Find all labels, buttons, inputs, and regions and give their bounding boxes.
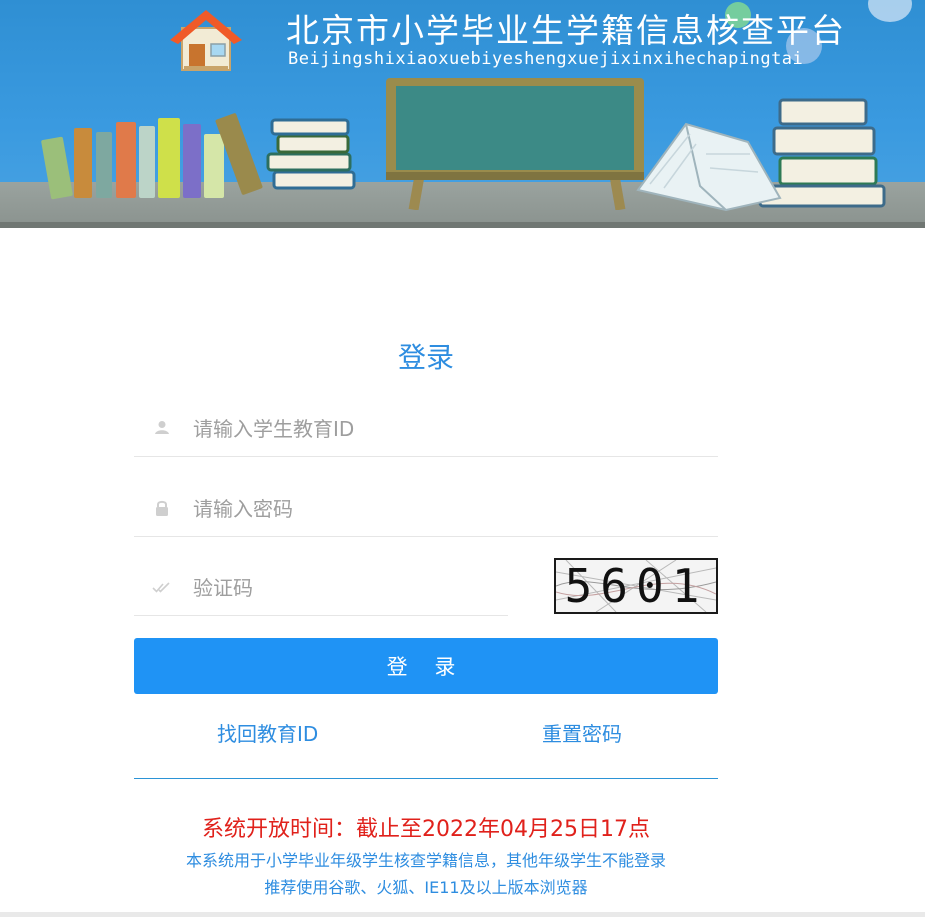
captcha-field bbox=[134, 559, 508, 616]
banner-edge bbox=[0, 222, 925, 228]
scope-notice: 本系统用于小学毕业年级学生核查学籍信息，其他年级学生不能登录 bbox=[185, 851, 666, 870]
house-icon bbox=[170, 10, 242, 71]
check-icon bbox=[152, 582, 170, 593]
password-field bbox=[134, 480, 718, 537]
open-time-notice: 系统开放时间：截止至2022年04月25日17点 bbox=[202, 817, 650, 842]
decor-circle bbox=[868, 0, 912, 22]
captcha-code: 5601 bbox=[564, 559, 708, 613]
login-button[interactable]: 登 录 bbox=[134, 638, 718, 694]
password-input[interactable] bbox=[191, 488, 705, 530]
student-id-input[interactable] bbox=[191, 408, 705, 450]
browser-notice: 推荐使用谷歌、火狐、IE11及以上版本浏览器 bbox=[264, 878, 588, 897]
captcha-input[interactable] bbox=[191, 567, 495, 609]
bottom-bar bbox=[0, 912, 925, 917]
divider bbox=[134, 778, 718, 779]
captcha-image[interactable]: 5601 bbox=[554, 558, 718, 614]
lock-icon bbox=[156, 500, 168, 516]
books-illustration-left bbox=[41, 113, 356, 200]
user-icon bbox=[155, 421, 169, 434]
header-banner: 北京市小学毕业生学籍信息核查平台 Beijingshixiaoxuebiyesh… bbox=[0, 0, 925, 228]
student-id-field bbox=[134, 400, 718, 457]
reset-password-link[interactable]: 重置密码 bbox=[542, 718, 622, 747]
site-title: 北京市小学毕业生学籍信息核查平台 bbox=[286, 11, 846, 50]
site-subtitle: Beijingshixiaoxuebiyeshengxuejixinxihech… bbox=[288, 49, 804, 69]
login-title: 登录 bbox=[397, 341, 454, 374]
books-illustration-right bbox=[636, 98, 886, 212]
find-id-link[interactable]: 找回教育ID bbox=[217, 718, 318, 747]
blackboard-illustration bbox=[386, 78, 644, 210]
